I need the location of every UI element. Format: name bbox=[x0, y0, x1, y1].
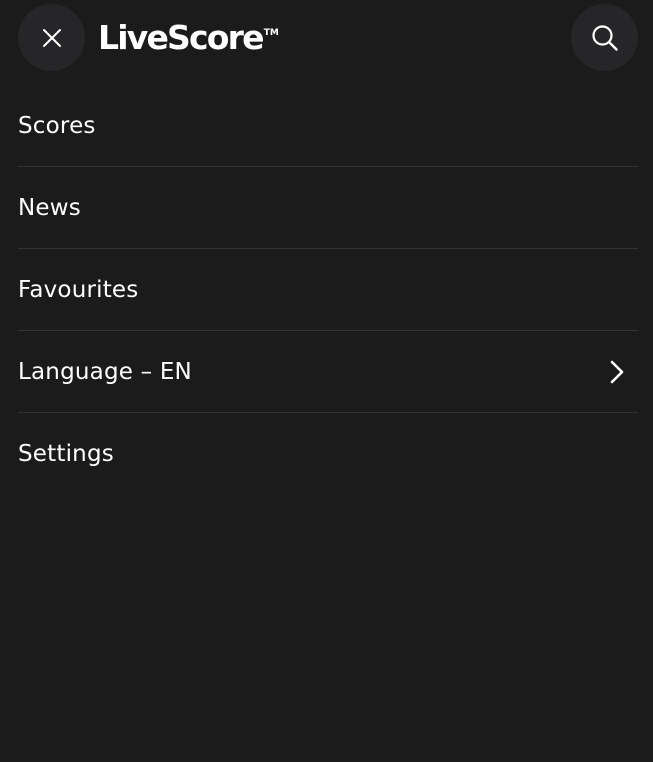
search-button[interactable] bbox=[571, 4, 638, 71]
logo-trademark: TM bbox=[263, 28, 279, 38]
menu-item-label: Scores bbox=[18, 112, 96, 139]
menu-item-label: Favourites bbox=[18, 276, 139, 303]
logo-text: LiveScore bbox=[98, 18, 264, 57]
menu-item-label: Settings bbox=[18, 441, 114, 467]
menu-item-news[interactable]: News bbox=[18, 167, 638, 249]
menu-item-label: Language – EN bbox=[18, 358, 192, 385]
menu-item-label: News bbox=[18, 194, 81, 221]
livescore-logo[interactable]: LiveScore TM bbox=[98, 16, 279, 60]
close-menu-button[interactable] bbox=[18, 4, 85, 71]
menu-item-language[interactable]: Language – EN bbox=[18, 331, 638, 413]
chevron-right-icon bbox=[606, 358, 628, 386]
header: LiveScore TM bbox=[0, 0, 653, 80]
menu-item-scores[interactable]: Scores bbox=[18, 85, 638, 167]
nav-menu: Scores News Favourites Language – EN Set… bbox=[18, 85, 638, 495]
search-icon bbox=[591, 24, 618, 51]
menu-item-settings[interactable]: Settings bbox=[18, 413, 638, 495]
close-icon bbox=[42, 28, 61, 47]
menu-item-favourites[interactable]: Favourites bbox=[18, 249, 638, 331]
